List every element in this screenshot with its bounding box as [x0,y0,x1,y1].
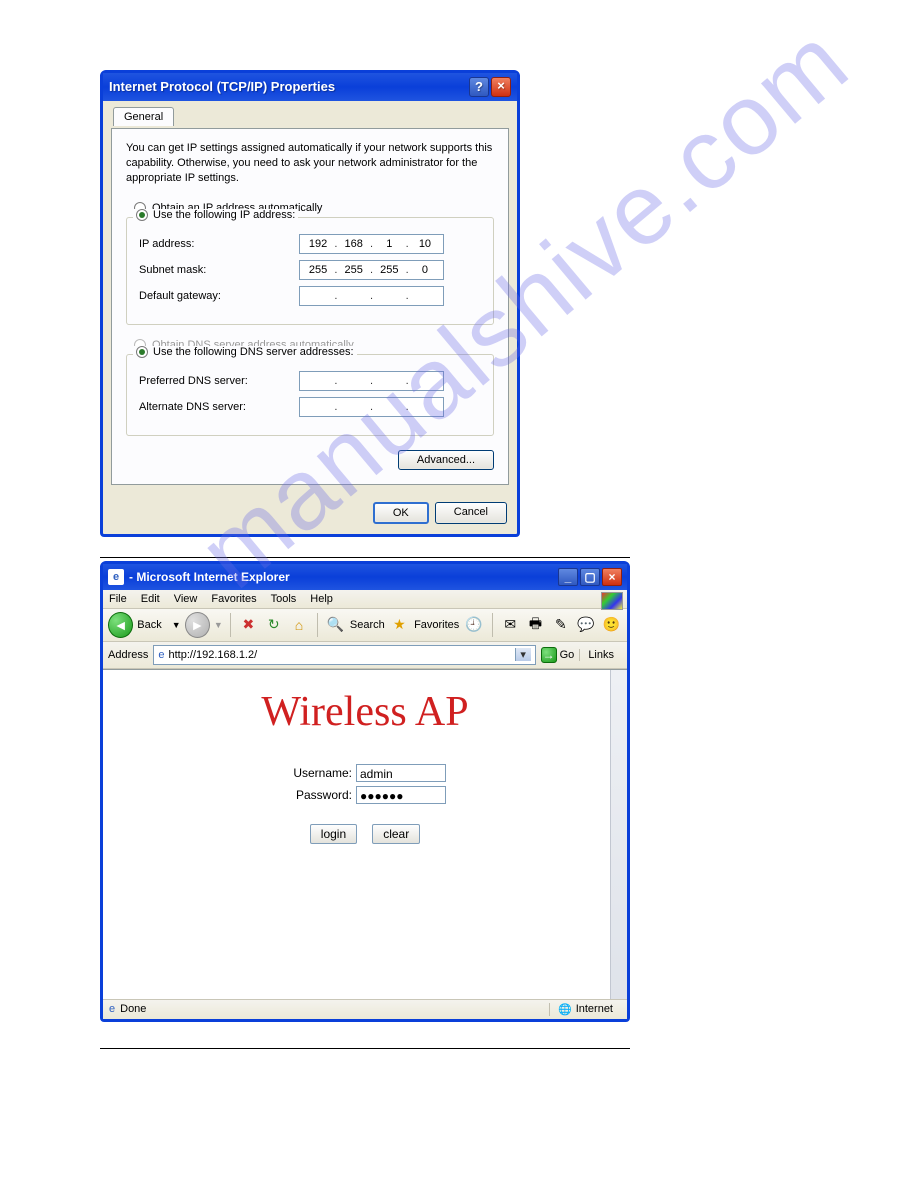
address-value: http://192.168.1.2/ [168,649,257,661]
radio-use-ip[interactable] [136,209,148,221]
favorites-icon[interactable]: ★ [389,614,410,636]
maximize-button[interactable]: ▢ [580,568,600,586]
clear-button[interactable]: clear [372,824,420,844]
menu-bar: File Edit View Favorites Tools Help [103,590,627,609]
history-icon[interactable]: 🕘 [463,614,484,636]
edit-icon[interactable]: ✎ [550,614,571,636]
page-heading: Wireless AP [103,688,627,736]
go-button[interactable]: → Go [541,647,575,663]
print-icon[interactable]: 🖶 [525,614,546,636]
advanced-button[interactable]: Advanced... [398,450,494,470]
menu-view[interactable]: View [174,593,198,605]
label-preferred-dns: Preferred DNS server: [139,375,299,387]
cancel-button[interactable]: Cancel [435,502,507,524]
messenger-icon[interactable]: 🙂 [601,614,622,636]
ie-browser-window: e - Microsoft Internet Explorer _ ▢ × Fi… [100,561,630,1022]
menu-help[interactable]: Help [310,593,333,605]
radio-use-dns-label: Use the following DNS server addresses: [153,346,354,358]
tcpip-properties-dialog: Internet Protocol (TCP/IP) Properties ? … [100,70,520,537]
browser-titlebar: e - Microsoft Internet Explorer _ ▢ × [103,564,627,590]
discuss-icon[interactable]: 💬 [575,614,596,636]
dialog-titlebar: Internet Protocol (TCP/IP) Properties ? … [103,73,517,101]
page-status-text: Done [120,1003,146,1015]
internet-zone-label: Internet [576,1003,613,1015]
back-label[interactable]: Back [137,619,161,631]
label-username: Username: [284,766,356,780]
tab-general[interactable]: General [113,107,174,126]
menu-edit[interactable]: Edit [141,593,160,605]
input-preferred-dns[interactable]: . . . [299,371,444,391]
input-password[interactable]: ●●●●●● [356,786,446,804]
dialog-title-text: Internet Protocol (TCP/IP) Properties [109,73,335,101]
status-bar: e Done 🌐 Internet [103,999,627,1019]
address-label: Address [108,649,148,661]
input-username[interactable]: admin [356,764,446,782]
close-button[interactable]: × [602,568,622,586]
address-input[interactable]: e http://192.168.1.2/ ▾ [153,645,535,665]
general-panel: You can get IP settings assigned automat… [111,128,509,485]
radio-use-dns[interactable] [136,346,148,358]
favorites-label[interactable]: Favorites [414,619,459,631]
back-button[interactable]: ◄ [108,612,133,638]
stop-button[interactable]: ✖ [238,614,259,636]
internet-zone-icon: 🌐 [558,1003,572,1016]
page-icon: e [158,649,164,661]
label-subnet-mask: Subnet mask: [139,264,299,276]
description-text: You can get IP settings assigned automat… [126,141,494,186]
ok-button[interactable]: OK [373,502,429,524]
tab-strip: General [111,107,509,129]
minimize-button[interactable]: _ [558,568,578,586]
go-label: Go [560,649,575,661]
page-status-icon: e [109,1003,115,1015]
mail-icon[interactable]: ✉ [500,614,521,636]
zone-pane: 🌐 Internet [549,1003,621,1016]
forward-button[interactable]: ► [185,612,210,638]
label-alternate-dns: Alternate DNS server: [139,401,299,413]
label-ip-address: IP address: [139,238,299,250]
browser-viewport: Wireless AP Username: admin Password: ●●… [103,669,627,999]
input-ip-address[interactable]: 192. 168. 1. 10 [299,234,444,254]
menu-favorites[interactable]: Favorites [211,593,256,605]
close-button[interactable]: × [491,77,511,97]
help-button[interactable]: ? [469,77,489,97]
menu-tools[interactable]: Tools [271,593,297,605]
back-dropdown-icon[interactable]: ▼ [172,620,181,630]
refresh-button[interactable]: ↻ [263,614,284,636]
input-default-gateway[interactable]: . . . [299,286,444,306]
section-divider [100,557,630,558]
forward-dropdown-icon: ▼ [214,620,223,630]
login-button[interactable]: login [310,824,357,844]
links-label[interactable]: Links [579,649,622,661]
go-arrow-icon: → [541,647,557,663]
browser-title-text: - Microsoft Internet Explorer [129,564,290,590]
radio-use-ip-label: Use the following IP address: [153,209,295,221]
input-subnet-mask[interactable]: 255. 255. 255. 0 [299,260,444,280]
toolbar: ◄ Back ▼ ► ▼ ✖ ↻ ⌂ 🔍 Search ★ Favorites … [103,609,627,642]
section-divider [100,1048,630,1049]
search-icon[interactable]: 🔍 [325,614,346,636]
menu-file[interactable]: File [109,593,127,605]
login-form: Username: admin Password: ●●●●●● login c… [284,760,446,844]
home-button[interactable]: ⌂ [288,614,309,636]
ie-logo-icon: e [108,569,124,585]
address-dropdown-icon[interactable]: ▾ [515,648,531,661]
address-bar: Address e http://192.168.1.2/ ▾ → Go Lin… [103,642,627,669]
input-alternate-dns[interactable]: . . . [299,397,444,417]
label-default-gateway: Default gateway: [139,290,299,302]
label-password: Password: [284,788,356,802]
windows-flag-icon [601,592,623,610]
search-label[interactable]: Search [350,619,385,631]
